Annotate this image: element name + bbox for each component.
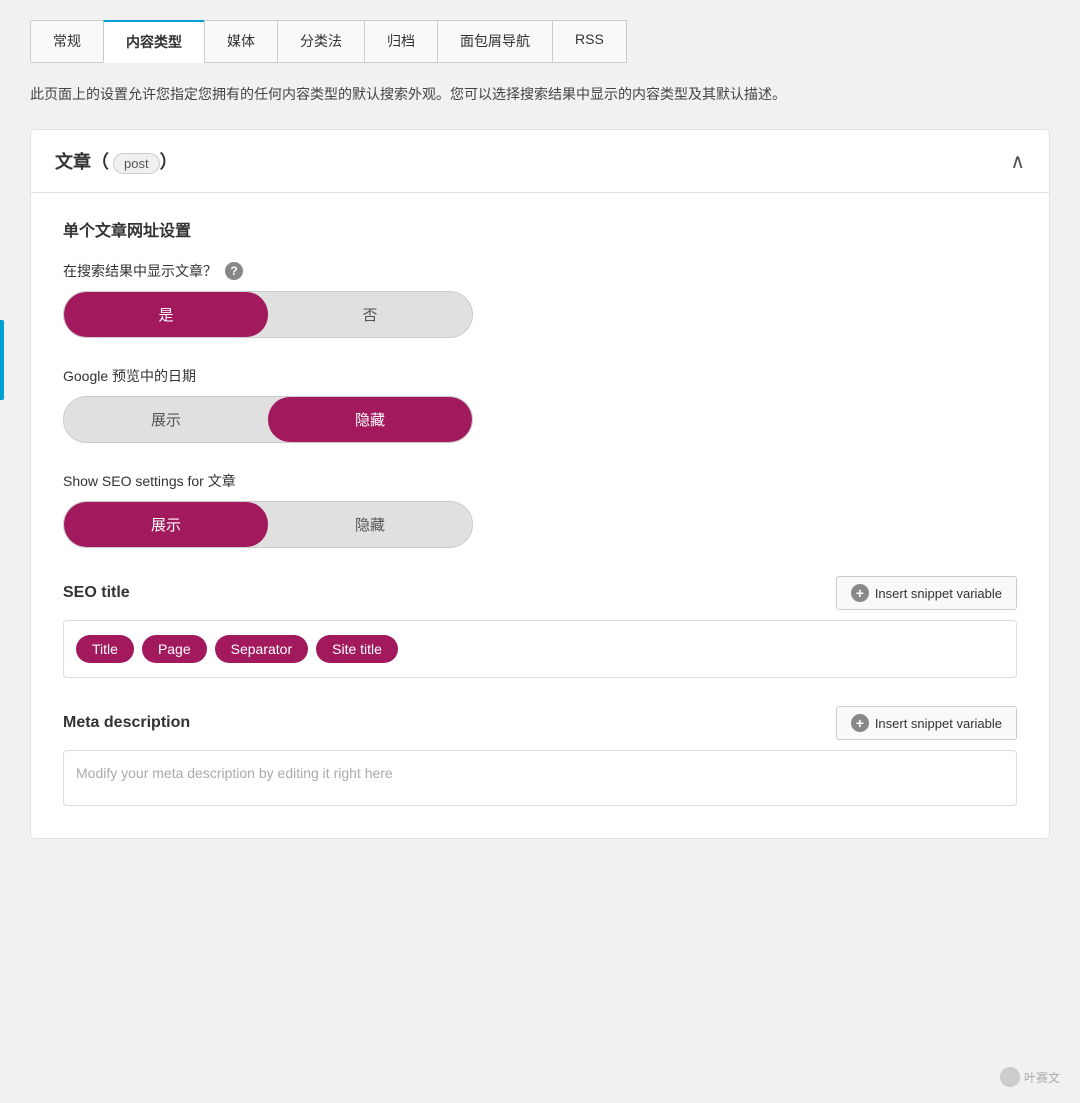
show-in-search-help-icon[interactable]: ? <box>225 262 243 280</box>
meta-desc-label: Meta description <box>63 714 190 732</box>
seo-title-header: SEO title + Insert snippet variable <box>63 576 1017 610</box>
seo-title-section: SEO title + Insert snippet variable Titl… <box>63 576 1017 678</box>
meta-desc-insert-btn[interactable]: + Insert snippet variable <box>836 706 1017 740</box>
google-date-hide-btn[interactable]: 隐藏 <box>268 397 472 442</box>
tab-taxonomy[interactable]: 分类法 <box>277 20 364 63</box>
meta-desc-box[interactable]: Modify your meta description by editing … <box>63 750 1017 806</box>
seo-tag-site-title[interactable]: Site title <box>316 635 398 663</box>
show-in-search-toggle[interactable]: 是 否 <box>63 291 473 338</box>
show-in-search-yes-btn[interactable]: 是 <box>64 292 268 337</box>
show-in-search-no-btn[interactable]: 否 <box>268 292 472 337</box>
seo-tag-page[interactable]: Page <box>142 635 207 663</box>
section-title: 文章（post） <box>55 148 178 174</box>
post-badge: post <box>113 153 160 174</box>
google-date-show-btn[interactable]: 展示 <box>64 397 268 442</box>
meta-desc-plus-icon: + <box>851 714 869 732</box>
google-date-toggle[interactable]: 展示 隐藏 <box>63 396 473 443</box>
show-seo-label: Show SEO settings for 文章 <box>63 471 1017 491</box>
tab-archive[interactable]: 归档 <box>364 20 437 63</box>
tab-breadcrumb[interactable]: 面包屑导航 <box>437 20 552 63</box>
seo-title-insert-btn[interactable]: + Insert snippet variable <box>836 576 1017 610</box>
tab-content-type[interactable]: 内容类型 <box>103 20 204 63</box>
tab-general[interactable]: 常规 <box>30 20 103 63</box>
seo-title-plus-icon: + <box>851 584 869 602</box>
show-in-search-label: 在搜索结果中显示文章？ ? <box>63 261 1017 281</box>
seo-title-tags-box: Title Page Separator Site title <box>63 620 1017 678</box>
page-description: 此页面上的设置允许您指定您拥有的任何内容类型的默认搜索外观。您可以选择搜索结果中… <box>30 83 1030 105</box>
seo-tag-separator[interactable]: Separator <box>215 635 308 663</box>
tab-media[interactable]: 媒体 <box>204 20 277 63</box>
watermark: 叶赛文 <box>1000 1067 1060 1087</box>
show-seo-show-btn[interactable]: 展示 <box>64 502 268 547</box>
meta-description-section: Meta description + Insert snippet variab… <box>63 706 1017 806</box>
google-date-label: Google 预览中的日期 <box>63 366 1017 386</box>
tabs-bar: 常规内容类型媒体分类法归档面包屑导航RSS <box>30 20 1050 63</box>
show-in-search-field: 在搜索结果中显示文章？ ? 是 否 <box>63 261 1017 338</box>
watermark-icon <box>1000 1067 1020 1087</box>
show-seo-hide-btn[interactable]: 隐藏 <box>268 502 472 547</box>
section-body: 单个文章网址设置 在搜索结果中显示文章？ ? 是 否 Google 预览中的日期 <box>31 193 1049 838</box>
collapse-icon[interactable]: ∧ <box>1010 149 1025 174</box>
seo-title-label: SEO title <box>63 584 130 602</box>
show-seo-toggle[interactable]: 展示 隐藏 <box>63 501 473 548</box>
post-section-card: 文章（post） ∧ 单个文章网址设置 在搜索结果中显示文章？ ? 是 否 <box>30 129 1050 839</box>
tab-rss[interactable]: RSS <box>552 20 627 63</box>
sub-section-title: 单个文章网址设置 <box>63 217 1017 241</box>
meta-desc-header: Meta description + Insert snippet variab… <box>63 706 1017 740</box>
section-header: 文章（post） ∧ <box>31 130 1049 193</box>
show-seo-field: Show SEO settings for 文章 展示 隐藏 <box>63 471 1017 548</box>
google-date-field: Google 预览中的日期 展示 隐藏 <box>63 366 1017 443</box>
seo-tag-title[interactable]: Title <box>76 635 134 663</box>
